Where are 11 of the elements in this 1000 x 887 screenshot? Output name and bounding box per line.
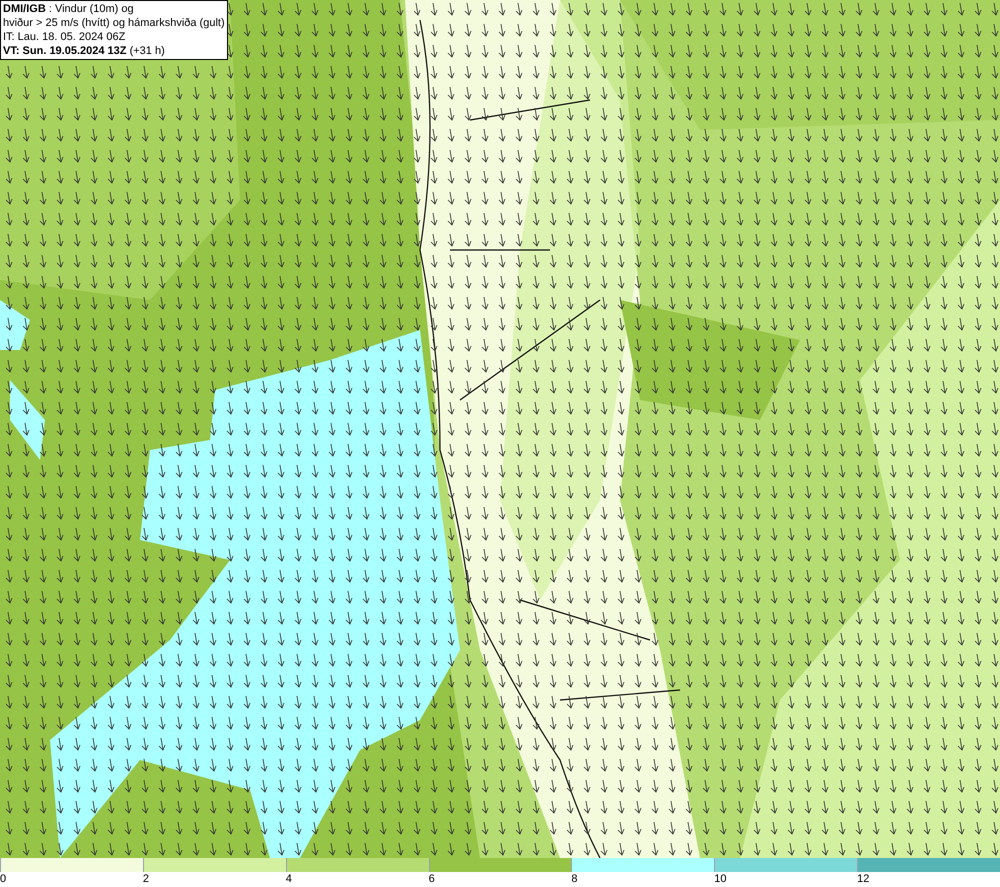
legend-label: 0 (0, 872, 6, 887)
title-line: hviður > 25 m/s (hvítt) og hámarkshviða (gult) (3, 16, 225, 30)
legend-label: 2 (142, 872, 149, 887)
title-line: VT: Sun. 19.05.2024 13Z (+31 h) (3, 44, 166, 58)
legend-label: 6 (428, 872, 435, 887)
legend-label: 12 (857, 872, 870, 887)
legend-label: 4 (286, 872, 292, 887)
legend-label: 8 (571, 872, 578, 887)
legend-label: 10 (714, 872, 727, 887)
title-line: IT: Lau. 18. 05. 2024 06Z (3, 30, 126, 44)
title-line: DMI/IGB : Vindur (10m) og (3, 2, 135, 16)
